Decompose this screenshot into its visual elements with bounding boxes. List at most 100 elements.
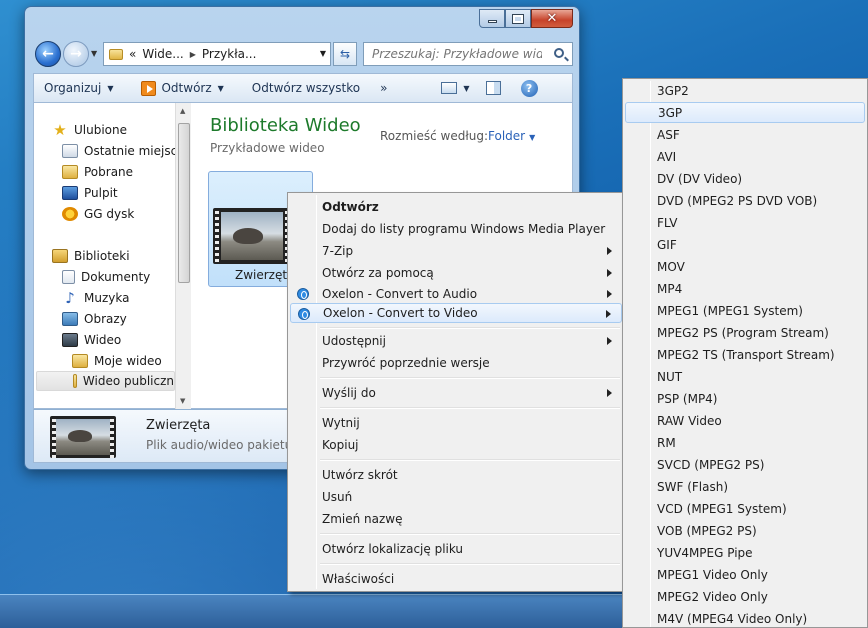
menu-item-send-to[interactable]: Wyślij do xyxy=(290,383,622,403)
desktop-icon xyxy=(62,186,78,200)
address-overflow[interactable]: « xyxy=(129,47,136,61)
sidebar-item-favorites[interactable]: ★ Ulubione xyxy=(52,120,127,140)
menu-item-label: 7-Zip xyxy=(322,244,354,258)
search-input[interactable] xyxy=(372,47,542,61)
recent-pages-dropdown[interactable]: ▼ xyxy=(91,49,97,58)
format-item-mpeg1-video-only[interactable]: MPEG1 Video Only xyxy=(625,564,865,585)
maximize-button[interactable] xyxy=(505,9,531,28)
menu-item-properties[interactable]: Właściwości xyxy=(290,569,622,589)
format-item-flv[interactable]: FLV xyxy=(625,212,865,233)
format-item-vcd[interactable]: VCD (MPEG1 System) xyxy=(625,498,865,519)
organize-button[interactable]: Organizuj ▼ xyxy=(34,74,123,102)
menu-item-7zip[interactable]: 7-Zip xyxy=(290,241,622,261)
menu-item-label: Dodaj do listy programu Windows Media Pl… xyxy=(322,222,606,236)
more-commands-button[interactable]: » xyxy=(370,74,397,102)
address-bar[interactable]: « Wide... ▶ Przykła... ▼ xyxy=(103,42,331,66)
help-button[interactable]: ? xyxy=(517,74,542,102)
format-item-dv[interactable]: DV (DV Video) xyxy=(625,168,865,189)
format-item-mpeg2-ts[interactable]: MPEG2 TS (Transport Stream) xyxy=(625,344,865,365)
menu-item-label: Odtwórz xyxy=(322,200,379,214)
format-label: DV (DV Video) xyxy=(657,171,743,186)
sidebar-item-gg-drive[interactable]: GG dysk xyxy=(62,204,134,224)
breadcrumb-video[interactable]: Wide... xyxy=(142,47,183,61)
play-button[interactable]: Odtwórz ▼ xyxy=(131,74,233,102)
format-item-3gp2[interactable]: 3GP2 xyxy=(625,80,865,101)
format-item-mpeg1-system[interactable]: MPEG1 (MPEG1 System) xyxy=(625,300,865,321)
format-item-m4v[interactable]: M4V (MPEG4 Video Only) xyxy=(625,608,865,627)
search-icon[interactable] xyxy=(554,48,564,58)
sidebar-item-pictures[interactable]: Obrazy xyxy=(62,309,127,329)
back-button[interactable]: ← xyxy=(35,41,61,67)
scroll-down-icon[interactable]: ▼ xyxy=(180,397,185,405)
format-label: MPEG1 Video Only xyxy=(657,567,768,582)
menu-item-add-to-wmp-list[interactable]: Dodaj do listy programu Windows Media Pl… xyxy=(290,219,622,239)
menu-item-create-shortcut[interactable]: Utwórz skrót xyxy=(290,465,622,485)
details-file-type: Plik audio/wideo pakietu W xyxy=(146,438,308,452)
menu-item-play[interactable]: Odtwórz xyxy=(290,197,622,217)
menu-item-delete[interactable]: Usuń xyxy=(290,487,622,507)
format-item-vob[interactable]: VOB (MPEG2 PS) xyxy=(625,520,865,541)
sidebar-item-music[interactable]: ♪ Muzyka xyxy=(62,288,129,308)
format-item-swf[interactable]: SWF (Flash) xyxy=(625,476,865,497)
play-label: Odtwórz xyxy=(161,81,212,95)
change-view-button[interactable]: ▼ xyxy=(437,74,473,102)
breadcrumb-samples[interactable]: Przykła... xyxy=(202,47,257,61)
menu-item-rename[interactable]: Zmień nazwę xyxy=(290,509,622,529)
sidebar-item-label: GG dysk xyxy=(84,207,135,221)
format-item-mpeg2-ps[interactable]: MPEG2 PS (Program Stream) xyxy=(625,322,865,343)
preview-pane-button[interactable] xyxy=(482,74,505,102)
format-item-svcd[interactable]: SVCD (MPEG2 PS) xyxy=(625,454,865,475)
sidebar-item-desktop[interactable]: Pulpit xyxy=(62,183,118,203)
breadcrumb-arrow-icon[interactable]: ▶ xyxy=(190,50,196,59)
format-item-3gp[interactable]: 3GP xyxy=(625,102,865,123)
format-label: AVI xyxy=(657,149,677,164)
menu-item-open-with[interactable]: Otwórz za pomocą xyxy=(290,263,622,283)
format-item-mpeg2-video-only[interactable]: MPEG2 Video Only xyxy=(625,586,865,607)
menu-item-copy[interactable]: Kopiuj xyxy=(290,435,622,455)
format-label: RAW Video xyxy=(657,413,722,428)
format-item-mov[interactable]: MOV xyxy=(625,256,865,277)
play-all-button[interactable]: Odtwórz wszystko xyxy=(242,74,370,102)
format-item-psp[interactable]: PSP (MP4) xyxy=(625,388,865,409)
menu-item-restore-versions[interactable]: Przywróć poprzednie wersje xyxy=(290,353,622,373)
close-button[interactable]: ✕ xyxy=(531,9,573,28)
format-item-yuv4mpeg[interactable]: YUV4MPEG Pipe xyxy=(625,542,865,563)
format-item-dvd[interactable]: DVD (MPEG2 PS DVD VOB) xyxy=(625,190,865,211)
organize-label: Organizuj xyxy=(44,81,102,95)
format-item-rm[interactable]: RM xyxy=(625,432,865,453)
navigation-scrollbar[interactable]: ▲ ▼ xyxy=(175,103,191,409)
sidebar-item-recent-places[interactable]: Ostatnie miejsca xyxy=(62,141,185,161)
sidebar-item-videos[interactable]: Wideo xyxy=(62,330,121,350)
minimize-button[interactable] xyxy=(479,9,505,28)
sidebar-item-label: Obrazy xyxy=(84,312,127,326)
sidebar-item-libraries[interactable]: Biblioteki xyxy=(52,246,130,266)
menu-item-oxelon-audio[interactable]: Oxelon - Convert to Audio xyxy=(290,284,622,304)
menu-item-label: Otwórz lokalizację pliku xyxy=(322,542,464,556)
menu-item-open-file-location[interactable]: Otwórz lokalizację pliku xyxy=(290,539,622,559)
search-box[interactable] xyxy=(363,42,573,66)
format-item-raw-video[interactable]: RAW Video xyxy=(625,410,865,431)
format-item-mp4[interactable]: MP4 xyxy=(625,278,865,299)
menu-item-cut[interactable]: Wytnij xyxy=(290,413,622,433)
format-item-asf[interactable]: ASF xyxy=(625,124,865,145)
view-icon xyxy=(441,82,458,94)
library-subtitle[interactable]: Przykładowe wideo xyxy=(210,141,325,155)
format-item-gif[interactable]: GIF xyxy=(625,234,865,255)
menu-item-oxelon-video[interactable]: Oxelon - Convert to Video xyxy=(290,303,622,323)
format-item-avi[interactable]: AVI xyxy=(625,146,865,167)
sidebar-item-my-videos[interactable]: Moje wideo xyxy=(72,351,162,371)
scroll-up-icon[interactable]: ▲ xyxy=(180,107,185,115)
menu-item-share[interactable]: Udostępnij xyxy=(290,331,622,351)
scroll-thumb[interactable] xyxy=(178,123,190,283)
format-item-nut[interactable]: NUT xyxy=(625,366,865,387)
sidebar-item-public-videos[interactable]: Wideo publiczn xyxy=(36,371,175,391)
sidebar-item-documents[interactable]: Dokumenty xyxy=(62,267,150,287)
refresh-icon: ⇆ xyxy=(339,47,351,61)
thumbnail-subject xyxy=(233,228,263,244)
refresh-button[interactable]: ⇆ xyxy=(333,42,357,66)
forward-button[interactable]: → xyxy=(63,41,89,67)
arrange-by-dropdown[interactable]: Folder ▼ xyxy=(488,129,535,143)
documents-icon xyxy=(62,270,75,284)
sidebar-item-downloads[interactable]: Pobrane xyxy=(62,162,133,182)
address-dropdown-icon[interactable]: ▼ xyxy=(320,49,326,58)
